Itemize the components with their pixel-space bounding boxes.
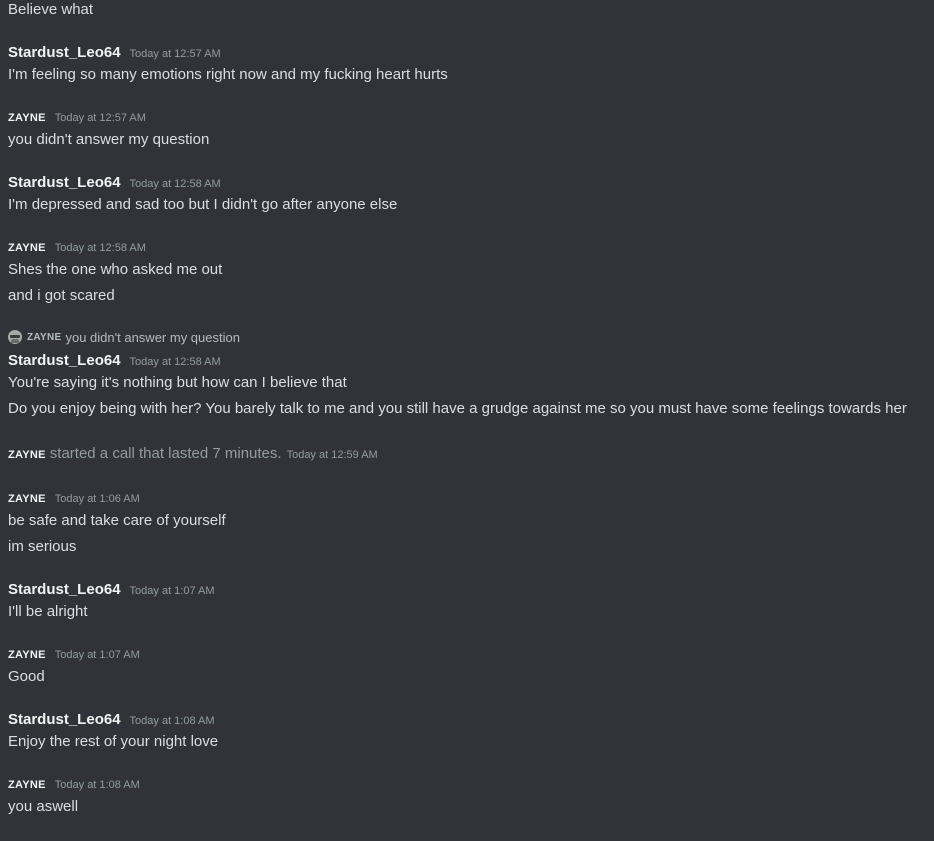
message-header: Stardust_Leo64 Today at 1:07 AM bbox=[8, 580, 215, 601]
username[interactable]: Stardust_Leo64 bbox=[8, 580, 121, 600]
message-timestamp: Today at 1:08 AM bbox=[129, 715, 215, 727]
reply-preview[interactable]: ZAYNE you didn't answer my question bbox=[8, 328, 240, 346]
message-content: I'll be alright bbox=[8, 603, 88, 620]
message-content: Shes the one who asked me out bbox=[8, 261, 223, 278]
message-header: ZAYNE Today at 12:58 AM bbox=[8, 238, 146, 258]
message-header: Stardust_Leo64 Today at 1:08 AM bbox=[8, 710, 215, 731]
message-content: im serious bbox=[8, 538, 77, 555]
message-content: Do you enjoy being with her? You barely … bbox=[8, 400, 907, 417]
message-content: You're saying it's nothing but how can I… bbox=[8, 374, 347, 391]
message-header: ZAYNE Today at 1:07 AM bbox=[8, 645, 140, 665]
reply-text[interactable]: you didn't answer my question bbox=[65, 330, 239, 345]
message-header: Stardust_Leo64 Today at 12:58 AM bbox=[8, 351, 221, 372]
reply-username[interactable]: ZAYNE bbox=[27, 332, 61, 343]
message-content: Good bbox=[8, 668, 45, 685]
message-content: Enjoy the rest of your night love bbox=[8, 733, 219, 750]
message-timestamp: Today at 1:06 AM bbox=[54, 493, 140, 505]
message-header: ZAYNE Today at 12:57 AM bbox=[8, 108, 146, 128]
username[interactable]: Stardust_Leo64 bbox=[8, 173, 121, 193]
message-timestamp: Today at 12:57 AM bbox=[129, 48, 221, 60]
username[interactable]: ZAYNE bbox=[8, 445, 46, 465]
chat-message-list: Believe what Stardust_Leo64 Today at 12:… bbox=[0, 0, 934, 841]
message-content: you aswell bbox=[8, 798, 79, 815]
message-header: ZAYNE Today at 1:08 AM bbox=[8, 775, 140, 795]
username[interactable]: ZAYNE bbox=[8, 775, 46, 795]
message-timestamp: Today at 12:58 AM bbox=[129, 356, 221, 368]
username[interactable]: Stardust_Leo64 bbox=[8, 710, 121, 730]
message-content: I'm feeling so many emotions right now a… bbox=[8, 66, 448, 83]
message-header: Stardust_Leo64 Today at 12:57 AM bbox=[8, 43, 221, 64]
message-timestamp: Today at 12:58 AM bbox=[54, 242, 146, 254]
message-header: Stardust_Leo64 Today at 12:58 AM bbox=[8, 173, 221, 194]
username[interactable]: Stardust_Leo64 bbox=[8, 351, 121, 371]
message-content: be safe and take care of yourself bbox=[8, 512, 226, 529]
message-timestamp: Today at 1:08 AM bbox=[54, 779, 140, 791]
username[interactable]: ZAYNE bbox=[8, 238, 46, 258]
message-content: and i got scared bbox=[8, 287, 115, 304]
message-header: ZAYNE Today at 1:06 AM bbox=[8, 489, 140, 509]
message-content: you didn't answer my question bbox=[8, 131, 210, 148]
message-content: Believe what bbox=[8, 1, 94, 18]
message-timestamp: Today at 12:57 AM bbox=[54, 112, 146, 124]
username[interactable]: ZAYNE bbox=[8, 645, 46, 665]
call-text: started a call that lasted 7 minutes. bbox=[49, 445, 282, 462]
username[interactable]: ZAYNE bbox=[8, 489, 46, 509]
message-content: I'm depressed and sad too but I didn't g… bbox=[8, 196, 398, 213]
username[interactable]: Stardust_Leo64 bbox=[8, 43, 121, 63]
sunglasses-avatar-icon bbox=[8, 330, 22, 344]
message-timestamp: Today at 1:07 AM bbox=[54, 649, 140, 661]
message-timestamp: Today at 1:07 AM bbox=[129, 585, 215, 597]
username[interactable]: ZAYNE bbox=[8, 108, 46, 128]
message-timestamp: Today at 12:59 AM bbox=[286, 449, 378, 461]
message-timestamp: Today at 12:58 AM bbox=[129, 178, 221, 190]
call-system-message: ZAYNE started a call that lasted 7 minut… bbox=[8, 444, 378, 465]
